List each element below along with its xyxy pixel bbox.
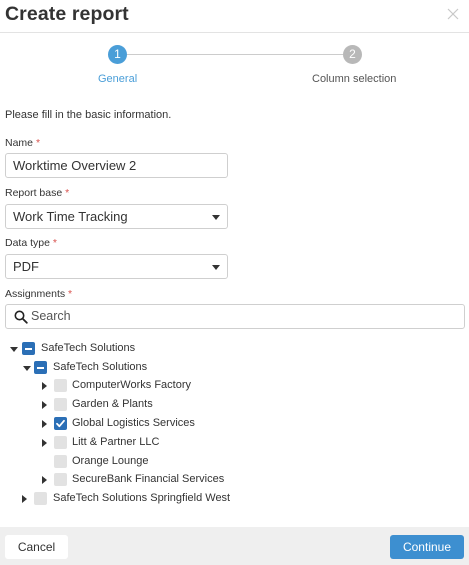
required-mark: * [68, 288, 73, 300]
tree-node[interactable]: SafeTech Solutions [0, 359, 469, 377]
chevron-down-icon[interactable] [23, 366, 31, 371]
tree-node-label: SafeTech Solutions Springfield West [53, 492, 231, 504]
data-type-value: PDF [13, 259, 39, 274]
tree-node[interactable]: ComputerWorks Factory [0, 377, 469, 395]
chevron-down-icon[interactable] [10, 347, 18, 352]
checkbox[interactable] [54, 398, 67, 411]
tree-node-label: SecureBank Financial Services [72, 473, 225, 485]
checkbox[interactable] [54, 436, 67, 449]
dialog-footer: Cancel Continue [0, 527, 469, 565]
continue-button[interactable]: Continue [390, 535, 464, 559]
checkbox[interactable] [54, 473, 67, 486]
dialog-header: Create report [0, 0, 469, 33]
wizard-stepper: 1 2 General Column selection [0, 33, 469, 93]
step-2-label[interactable]: Column selection [312, 73, 396, 85]
data-type-select[interactable]: PDF [5, 254, 228, 279]
tree-node-label: SafeTech Solutions [41, 342, 136, 354]
search-placeholder: Search [31, 309, 71, 323]
tree-node[interactable]: Garden & Plants [0, 396, 469, 414]
chevron-right-icon[interactable] [42, 401, 47, 409]
tree-node[interactable]: Global Logistics Services [0, 415, 469, 433]
caret-down-icon [212, 215, 220, 220]
chevron-right-icon[interactable] [22, 495, 27, 503]
intro-text: Please fill in the basic information. [5, 109, 172, 121]
report-base-select[interactable]: Work Time Tracking [5, 204, 228, 229]
search-icon [14, 310, 28, 324]
checkbox-partial[interactable] [22, 342, 35, 355]
checkbox-checked[interactable] [54, 417, 67, 430]
data-type-label: Data type * [5, 237, 57, 249]
checkbox[interactable] [54, 379, 67, 392]
chevron-right-icon[interactable] [42, 382, 47, 390]
assignments-label: Assignments * [5, 288, 73, 300]
checkbox-partial[interactable] [34, 361, 47, 374]
dialog-title: Create report [5, 3, 129, 25]
chevron-right-icon[interactable] [42, 420, 47, 428]
required-mark: * [52, 237, 57, 249]
required-mark: * [65, 187, 70, 199]
tree-node-label: ComputerWorks Factory [72, 379, 191, 391]
tree-node-label: Litt & Partner LLC [72, 436, 160, 448]
report-base-label: Report base * [5, 187, 70, 199]
tree-node[interactable]: Litt & Partner LLC [0, 434, 469, 452]
report-base-value: Work Time Tracking [13, 209, 128, 224]
tree-node-label: Garden & Plants [72, 398, 153, 410]
name-label: Name * [5, 137, 41, 149]
chevron-right-icon[interactable] [42, 476, 47, 484]
tree-node[interactable]: SecureBank Financial Services [0, 471, 469, 489]
step-1-label[interactable]: General [98, 73, 137, 85]
checkmark-icon [56, 419, 65, 428]
tree-node-label: Global Logistics Services [72, 417, 195, 429]
tree-node-label: SafeTech Solutions [53, 361, 148, 373]
tree-node[interactable]: SafeTech Solutions Springfield West [0, 490, 469, 508]
step-1-indicator[interactable]: 1 [108, 45, 127, 64]
tree-node-label: Orange Lounge [72, 455, 149, 467]
assignments-search-input[interactable]: Search [5, 304, 465, 329]
name-input-value: Worktime Overview 2 [13, 158, 137, 173]
caret-down-icon [212, 265, 220, 270]
chevron-right-icon[interactable] [42, 439, 47, 447]
required-mark: * [35, 137, 41, 149]
step-2-indicator[interactable]: 2 [343, 45, 362, 64]
tree-node[interactable]: SafeTech Solutions [0, 340, 469, 358]
checkbox[interactable] [34, 492, 47, 505]
close-icon[interactable] [445, 6, 461, 22]
checkbox[interactable] [54, 455, 67, 468]
stepper-connector [127, 54, 343, 55]
tree-node[interactable]: Orange Lounge [0, 453, 469, 471]
cancel-button[interactable]: Cancel [5, 535, 68, 559]
name-input[interactable]: Worktime Overview 2 [5, 153, 228, 178]
